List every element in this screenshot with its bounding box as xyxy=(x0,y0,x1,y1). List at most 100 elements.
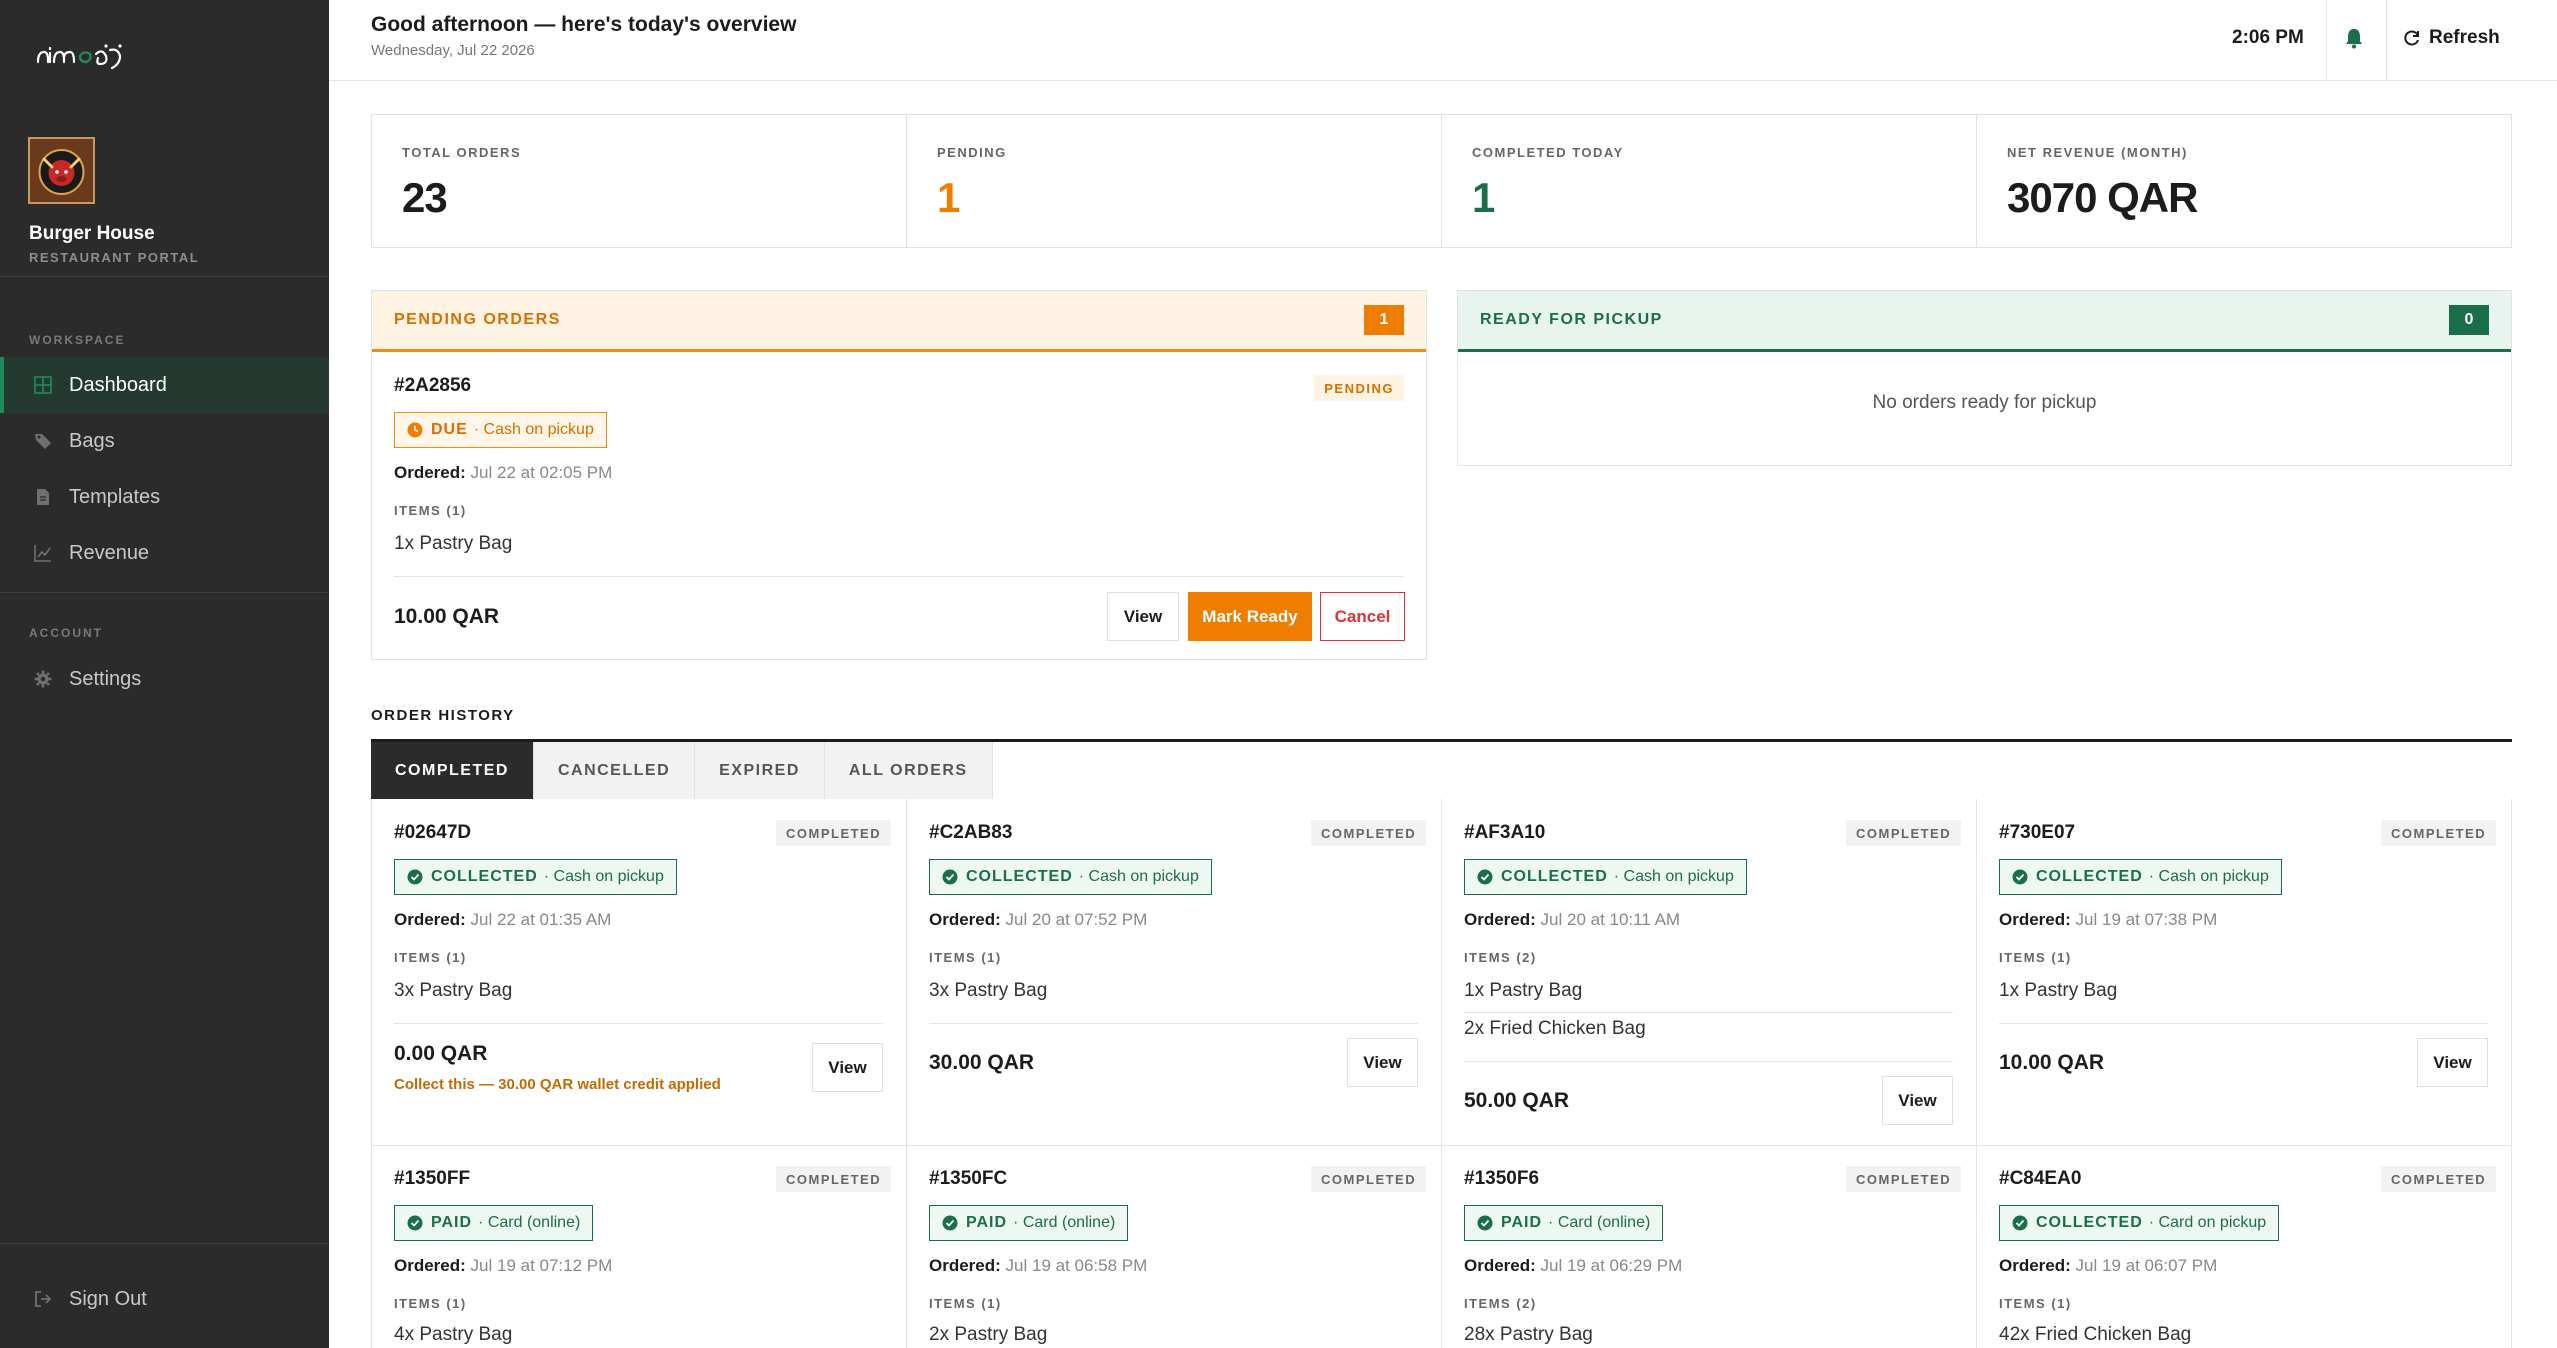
tab-expired[interactable]: EXPIRED xyxy=(695,742,825,799)
refresh-button[interactable]: Refresh xyxy=(2403,20,2500,56)
order-id[interactable]: #2A2856 xyxy=(394,375,471,397)
order-id[interactable]: #1350F6 xyxy=(1464,1168,1539,1190)
empty-state-text: No orders ready for pickup xyxy=(1872,392,2097,413)
items-label: ITEMS (1) xyxy=(394,1296,467,1311)
sidebar-item-settings[interactable]: Settings xyxy=(0,651,329,707)
refresh-icon xyxy=(2404,30,2419,46)
view-order-button[interactable]: View xyxy=(812,1043,883,1092)
sidebar-item-label: Revenue xyxy=(69,541,150,564)
current-time: 2:06 PM xyxy=(2232,27,2304,48)
order-id[interactable]: #1350FC xyxy=(929,1168,1007,1190)
sidebar-item-dashboard[interactable]: Dashboard xyxy=(0,357,329,413)
payment-method: · Card (online) xyxy=(478,1214,581,1231)
ordered-label: Ordered: xyxy=(394,463,466,482)
card-divider xyxy=(1464,1061,1953,1062)
ordered-time: Ordered: Jul 20 at 10:11 AM xyxy=(1464,910,1680,930)
notification-bell-icon[interactable] xyxy=(2343,26,2365,50)
sidebar-item-bags[interactable]: Bags xyxy=(0,413,329,469)
ordered-time: Ordered: Jul 19 at 07:38 PM xyxy=(1999,910,2217,930)
clock-icon xyxy=(407,422,423,438)
order-id[interactable]: #1350FF xyxy=(394,1168,470,1190)
chart-icon xyxy=(33,543,53,563)
current-date: Wednesday, Jul 22 2026 xyxy=(371,42,535,59)
restaurant-subtitle: RESTAURANT PORTAL xyxy=(29,250,200,265)
order-id[interactable]: #C84EA0 xyxy=(1999,1168,2081,1190)
payment-method: · Cash on pickup xyxy=(473,421,594,438)
payment-status: PAID xyxy=(1501,1214,1543,1231)
payment-badge: COLLECTED · Cash on pickup xyxy=(1999,859,2282,895)
payment-status: DUE xyxy=(431,421,468,438)
payment-badge: DUE · Cash on pickup xyxy=(394,412,607,448)
grid-divider xyxy=(1441,799,1442,1348)
ordered-value: Jul 19 at 06:58 PM xyxy=(1005,1256,1148,1275)
top-header: Good afternoon — here's today's overview… xyxy=(329,0,2557,81)
items-label: ITEMS (2) xyxy=(1464,950,1537,965)
item-line: 1x Pastry Bag xyxy=(1464,980,1583,1001)
payment-badge: PAID · Card (online) xyxy=(1464,1205,1664,1241)
order-total: 50.00 QAR xyxy=(1464,1089,1570,1112)
items-label: ITEMS (1) xyxy=(394,503,467,518)
order-id[interactable]: #730E07 xyxy=(1999,822,2075,844)
stat-label: COMPLETED TODAY xyxy=(1472,145,1624,160)
document-icon xyxy=(33,487,53,507)
sidebar-item-label: Dashboard xyxy=(69,373,167,396)
status-badge: PENDING xyxy=(1314,375,1404,401)
check-circle-icon xyxy=(942,869,958,885)
ready-for-pickup-title: READY FOR PICKUP xyxy=(1480,311,1663,328)
item-line: 2x Fried Chicken Bag xyxy=(1464,1018,1646,1039)
pending-orders-panel: PENDING ORDERS 1 #2A2856 PENDING DUE · C… xyxy=(371,290,1427,660)
order-id[interactable]: #02647D xyxy=(394,822,471,844)
view-order-button[interactable]: View xyxy=(1347,1038,1418,1087)
ordered-time: Ordered: Jul 20 at 07:52 PM xyxy=(929,910,1147,930)
item-line: 28x Pastry Bag xyxy=(1464,1324,1593,1345)
mark-ready-button[interactable]: Mark Ready xyxy=(1188,592,1312,641)
pending-orders-header: PENDING ORDERS 1 xyxy=(372,291,1426,352)
logo-wordmark xyxy=(36,44,122,70)
status-badge: COMPLETED xyxy=(1846,1166,1962,1192)
order-id[interactable]: #AF3A10 xyxy=(1464,822,1545,844)
status-badge: COMPLETED xyxy=(2381,820,2497,846)
stat-net-revenue: NET REVENUE (MONTH) 3070 QAR xyxy=(1977,115,2511,247)
ordered-label: Ordered: xyxy=(1464,910,1536,929)
check-circle-icon xyxy=(942,1215,958,1231)
sidebar-item-label: Settings xyxy=(69,667,142,690)
stat-value: 1 xyxy=(1472,174,1495,221)
status-badge: COMPLETED xyxy=(1311,1166,1427,1192)
cancel-order-button[interactable]: Cancel xyxy=(1320,592,1405,641)
view-order-button[interactable]: View xyxy=(1882,1076,1953,1125)
tab-completed[interactable]: COMPLETED xyxy=(371,742,534,799)
tab-all-orders[interactable]: ALL ORDERS xyxy=(824,742,993,799)
sign-out-button[interactable]: Sign Out xyxy=(0,1271,329,1327)
restaurant-name: Burger House xyxy=(29,223,155,244)
grid-divider xyxy=(2511,799,2512,1348)
item-line: 1x Pastry Bag xyxy=(1999,980,2118,1001)
ordered-label: Ordered: xyxy=(1464,1256,1536,1275)
stat-label: TOTAL ORDERS xyxy=(402,145,522,160)
sidebar-item-revenue[interactable]: Revenue xyxy=(0,525,329,581)
sidebar-item-templates[interactable]: Templates xyxy=(0,469,329,525)
status-badge: COMPLETED xyxy=(2381,1166,2497,1192)
ordered-value: Jul 19 at 07:38 PM xyxy=(2075,910,2218,929)
payment-method: · Cash on pickup xyxy=(543,868,664,885)
ordered-value: Jul 22 at 01:35 AM xyxy=(470,910,612,929)
brand-logo[interactable] xyxy=(36,38,126,72)
stat-total-orders: TOTAL ORDERS 23 xyxy=(372,115,907,247)
view-order-button[interactable]: View xyxy=(2417,1038,2488,1087)
payment-status: PAID xyxy=(431,1214,473,1231)
view-order-button[interactable]: View xyxy=(1107,592,1179,641)
ordered-value: Jul 22 at 02:05 PM xyxy=(470,463,613,482)
check-circle-icon xyxy=(2012,869,2028,885)
item-line: 42x Fried Chicken Bag xyxy=(1999,1324,2192,1345)
tab-cancelled[interactable]: CANCELLED xyxy=(533,742,696,799)
grid-divider xyxy=(371,1145,2512,1146)
check-circle-icon xyxy=(407,1215,423,1231)
order-id[interactable]: #C2AB83 xyxy=(929,822,1012,844)
stat-value: 23 xyxy=(402,174,448,221)
card-divider xyxy=(394,1023,883,1024)
ordered-value: Jul 20 at 10:11 AM xyxy=(1540,910,1681,929)
check-circle-icon xyxy=(1477,869,1493,885)
sign-out-icon xyxy=(33,1289,53,1309)
refresh-label: Refresh xyxy=(2429,27,2500,48)
order-total: 10.00 QAR xyxy=(1999,1051,2105,1074)
ordered-time: Ordered: Jul 22 at 02:05 PM xyxy=(394,463,612,483)
